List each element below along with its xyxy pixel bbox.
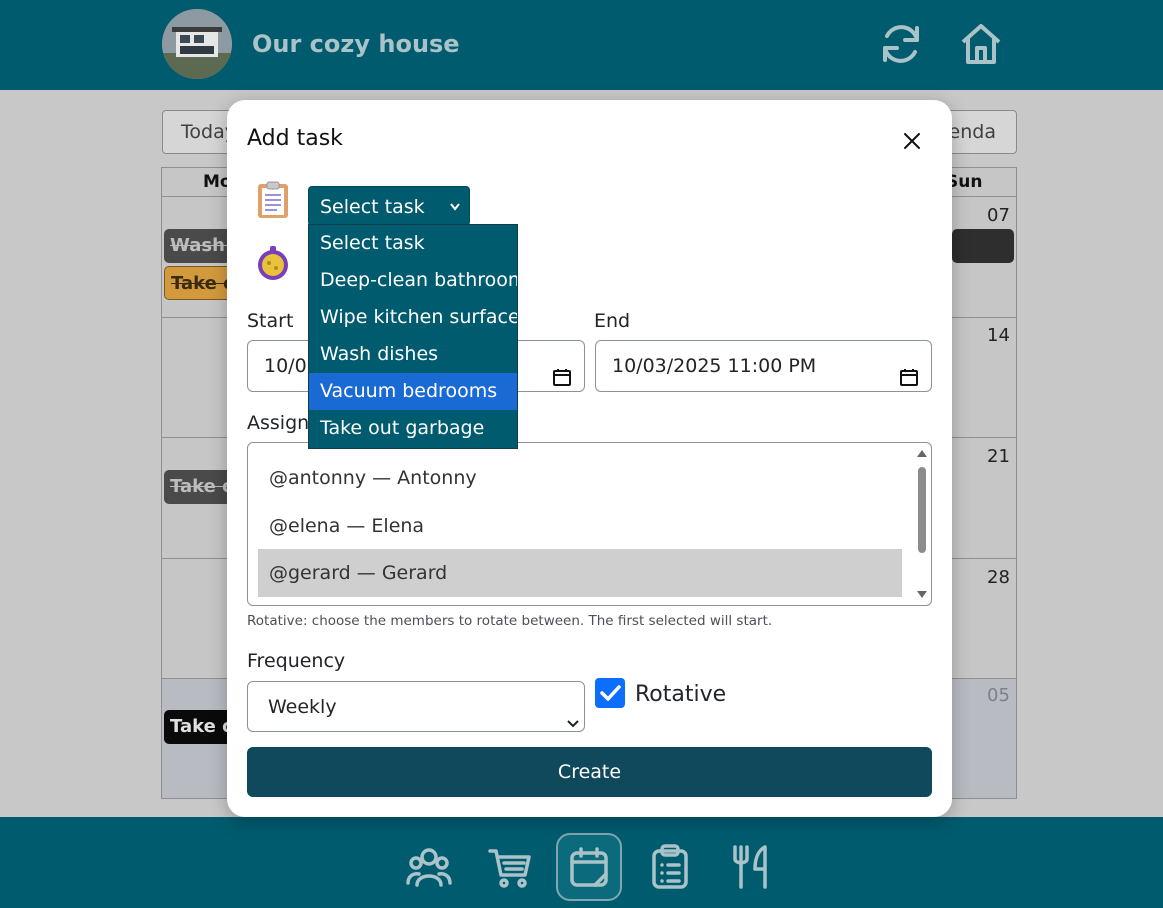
task-option[interactable]: Wash dishes [309,336,517,373]
end-label: End [594,310,631,332]
calendar-picker-icon[interactable] [899,356,919,386]
close-icon[interactable] [899,128,925,154]
assignee-option[interactable]: @antonny — Antonny [258,454,902,502]
rotative-checkbox[interactable] [595,678,625,708]
refresh-icon[interactable] [877,20,925,68]
assignees-listbox[interactable]: @antonny — Antonny @elena — Elena @gerar… [247,442,932,606]
calendar-nav-button[interactable] [556,833,622,901]
members-nav-button[interactable] [396,833,462,901]
rotative-label: Rotative [635,682,727,707]
cooking-pan-icon [253,243,293,283]
task-select[interactable]: Select task [308,186,470,226]
task-option[interactable]: Select task [309,225,517,262]
rotative-helper-text: Rotative: choose the members to rotate b… [247,613,773,629]
app-title: Our cozy house [252,30,460,58]
utensils-icon [733,845,767,889]
assignee-option-selected[interactable]: @gerard — Gerard [258,549,902,597]
task-option-highlighted[interactable]: Vacuum bedrooms [309,373,517,410]
bottom-nav [0,817,1163,908]
frequency-select[interactable]: Weekly [247,681,585,732]
task-options-dropdown[interactable]: Select task Deep-clean bathroom Wipe kit… [308,224,518,449]
create-button[interactable]: Create [247,747,932,797]
members-icon [406,848,452,887]
chevron-down-icon [566,699,580,728]
task-option[interactable]: Wipe kitchen surfaces [309,299,517,336]
task-option[interactable]: Deep-clean bathroom [309,262,517,299]
add-task-modal: Add task Select task Select task Deep-cl… [227,100,952,817]
meals-nav-button[interactable] [718,833,784,901]
shopping-nav-button[interactable] [477,833,543,901]
calendar-icon [570,847,608,887]
end-datetime-input[interactable]: 10/03/2025 11:00 PM [595,340,932,392]
tasks-nav-button[interactable] [637,833,703,901]
shopping-cart-icon [488,849,531,888]
clipboard-icon [253,180,293,220]
start-label: Start [247,310,294,332]
app-header: Our cozy house [0,0,1163,90]
modal-title: Add task [247,126,343,151]
task-option[interactable]: Take out garbage [309,410,517,447]
assignees-scrollbar[interactable] [915,445,929,603]
home-icon[interactable] [957,20,1005,68]
calendar-picker-icon[interactable] [552,356,572,386]
frequency-label: Frequency [247,650,346,672]
assignee-option[interactable]: @elena — Elena [258,502,902,550]
scrollbar-thumb[interactable] [918,467,926,553]
house-avatar [162,9,232,79]
clipboard-list-icon [652,844,688,889]
